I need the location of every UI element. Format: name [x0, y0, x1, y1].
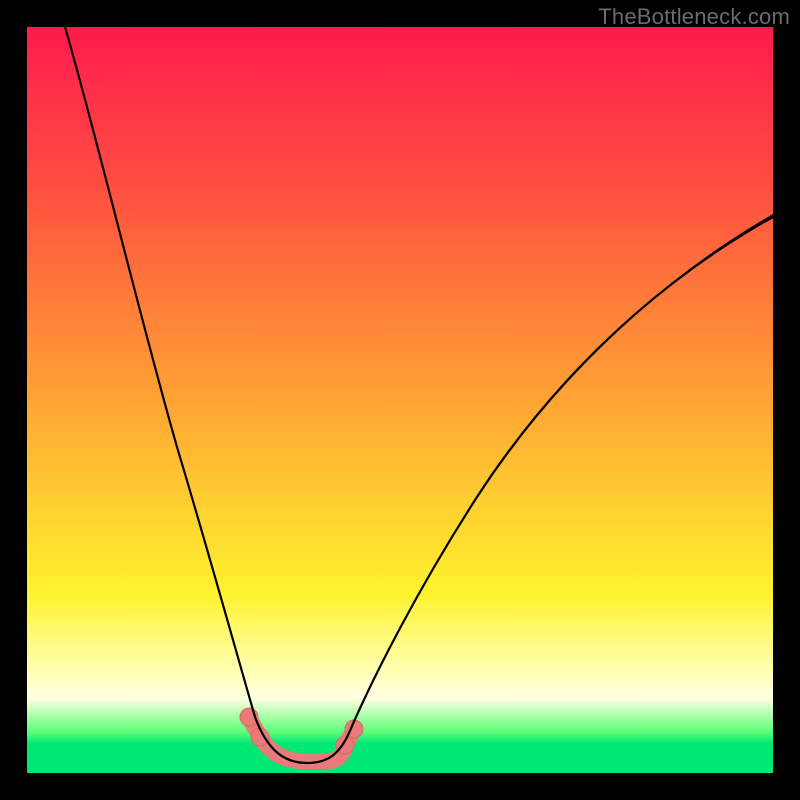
optimum-marker: [240, 708, 363, 761]
bottleneck-curve-shadow: [477, 215, 773, 497]
bottleneck-curve: [65, 27, 773, 763]
plot-area: [27, 27, 773, 773]
outer-frame: TheBottleneck.com: [0, 0, 800, 800]
chart-svg: [27, 27, 773, 773]
